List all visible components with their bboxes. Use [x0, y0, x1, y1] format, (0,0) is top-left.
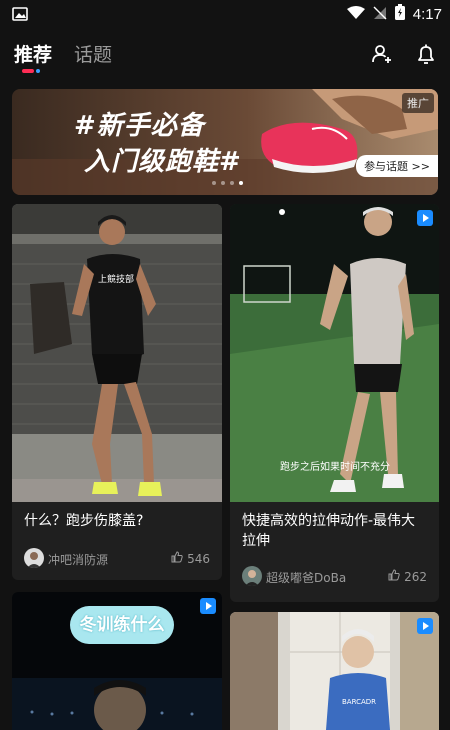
top-nav: 推荐 话题 — [0, 30, 450, 80]
thumbs-up-icon — [388, 569, 400, 584]
video-subtitle: 跑步之后如果时间不充分 — [280, 462, 390, 473]
video-badge-icon — [417, 618, 433, 634]
like-count-value: 546 — [187, 551, 210, 566]
active-tab-indicator-dot — [36, 69, 40, 73]
shirt-text: 上競技部 — [98, 273, 134, 285]
clock: 4:17 — [412, 5, 442, 23]
gallery-icon — [12, 6, 28, 26]
add-user-icon[interactable] — [370, 42, 394, 66]
avatar[interactable] — [24, 548, 44, 568]
banner-headline-1: #新手必备 — [74, 111, 205, 141]
card-image: 上競技部 — [12, 204, 222, 502]
video-badge-icon — [417, 210, 433, 226]
promo-banner[interactable]: #新手必备 入门级跑鞋# 推广 参与话题 >> — [12, 89, 438, 195]
card-title: 快捷高效的拉伸动作-最伟大拉伸 — [242, 513, 416, 549]
ad-badge: 推广 — [402, 93, 434, 113]
banner-headline-2: 入门级跑鞋# — [84, 147, 242, 177]
like-count[interactable]: 262 — [388, 569, 427, 584]
tab-recommend[interactable]: 推荐 — [14, 40, 52, 67]
like-count[interactable]: 546 — [171, 551, 210, 566]
wifi-icon — [346, 5, 365, 24]
join-topic-button[interactable]: 参与话题 >> — [356, 155, 438, 177]
feed-card[interactable]: BARCADR — [230, 612, 439, 730]
author-name[interactable]: 冲吧消防源 — [48, 551, 108, 568]
card-title: 什么？跑步伤膝盖? — [24, 513, 144, 529]
video-caption-bubble: 冬训练什么 — [70, 606, 174, 644]
tab-topics[interactable]: 话题 — [74, 40, 112, 67]
card-image: BARCADR — [230, 612, 439, 730]
author-name[interactable]: 超级嘟爸DoBa — [266, 569, 346, 586]
no-signal-icon — [373, 5, 387, 24]
thumbs-up-icon — [171, 551, 183, 566]
status-bar: 4:17 — [0, 0, 450, 30]
feed-card[interactable]: 跑步之后如果时间不充分 快捷高效的拉伸动作-最伟大拉伸 超级嘟爸DoBa 262 — [230, 204, 439, 602]
video-badge-icon — [200, 598, 216, 614]
banner-pagination — [212, 181, 243, 185]
feed-card[interactable]: 冬训练什么 — [12, 592, 222, 730]
avatar[interactable] — [242, 566, 262, 586]
notification-bell-icon[interactable] — [414, 42, 438, 66]
battery-icon — [394, 4, 405, 24]
shirt-text: BARCADR — [342, 698, 376, 706]
active-tab-indicator — [22, 69, 34, 73]
feed-card[interactable]: 上競技部 什么？跑步伤膝盖? 冲吧消防源 546 — [12, 204, 222, 580]
like-count-value: 262 — [404, 569, 427, 584]
